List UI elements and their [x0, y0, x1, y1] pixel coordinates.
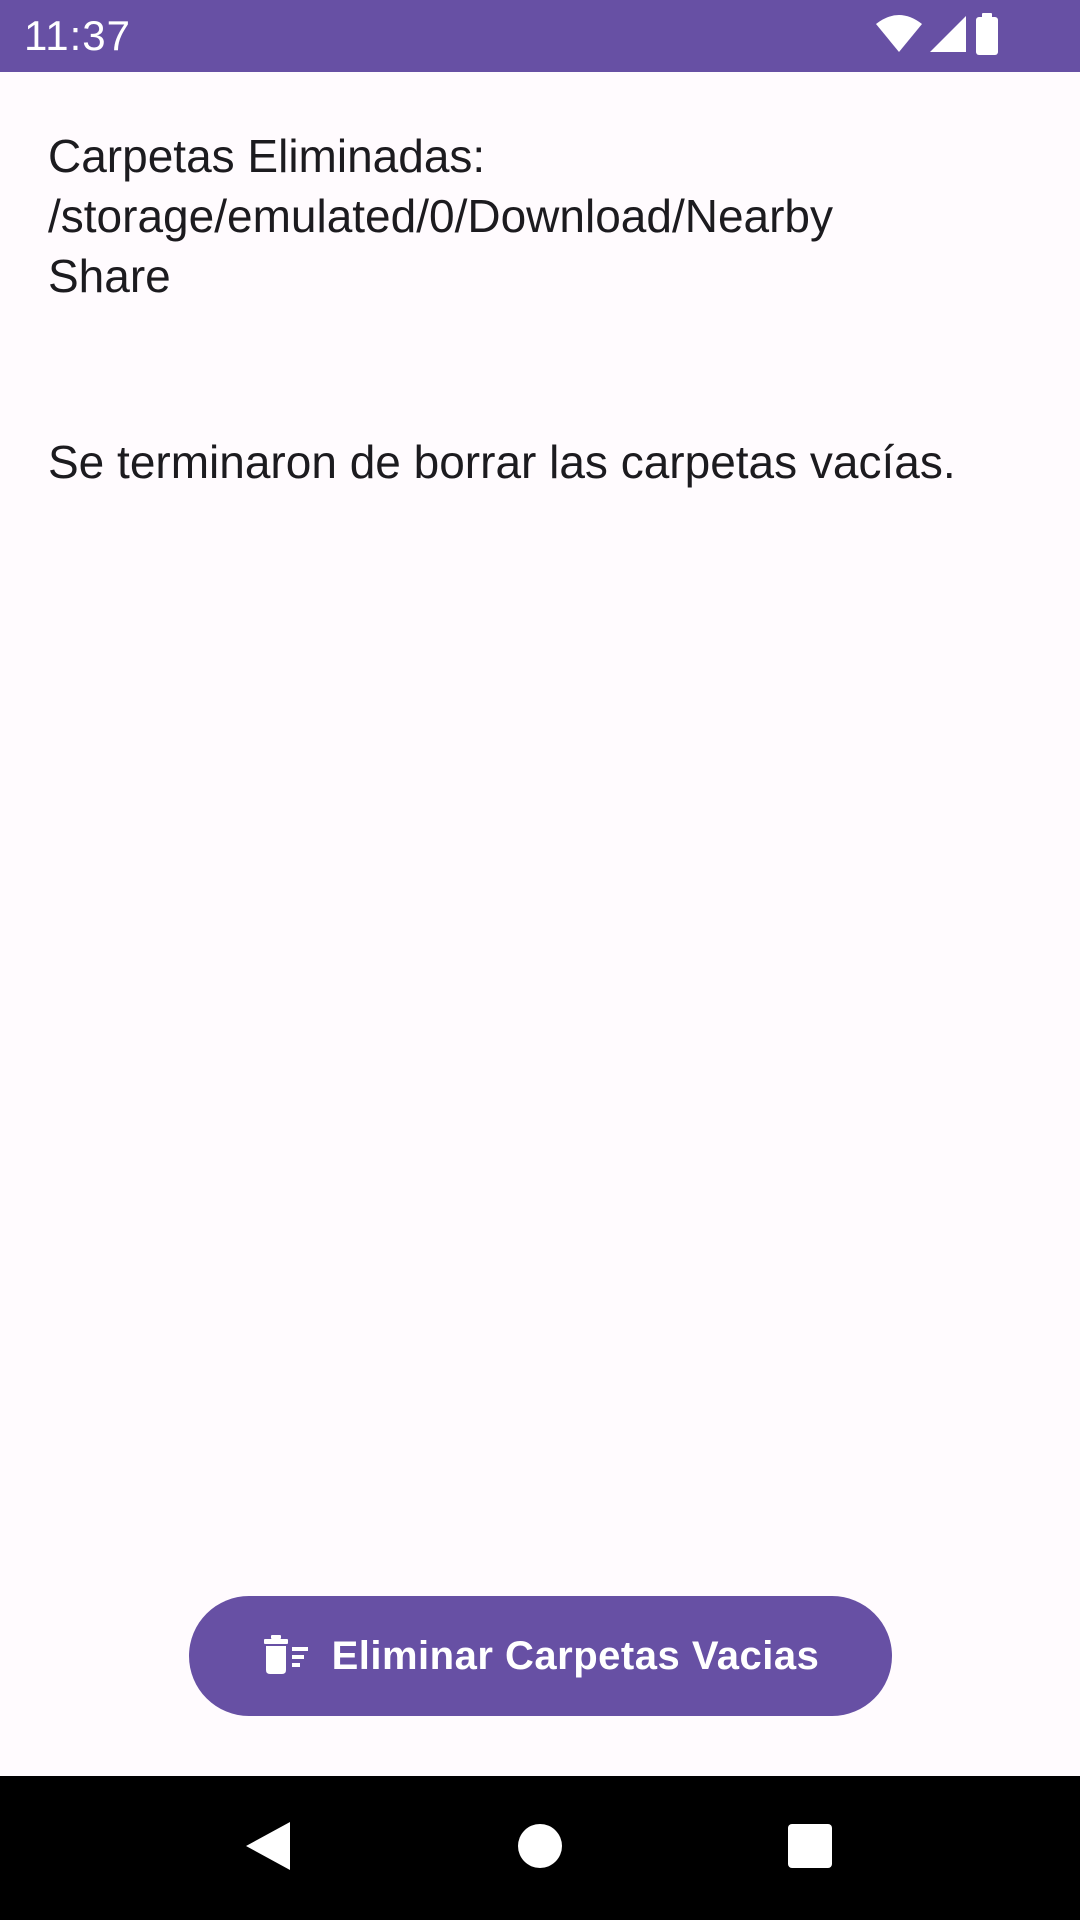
recents-button[interactable]: [740, 1776, 880, 1920]
status-icons: [876, 12, 1000, 60]
home-icon: [517, 1823, 563, 1874]
delete-empty-folders-label: Eliminar Carpetas Vacias: [331, 1633, 820, 1678]
recents-icon: [787, 1823, 833, 1874]
app-screen: 11:37 Carpetas Eliminadas: /storage/emul…: [0, 0, 1080, 1920]
delete-empty-folders-button[interactable]: Eliminar Carpetas Vacias: [189, 1596, 892, 1716]
back-icon: [244, 1820, 292, 1877]
back-button[interactable]: [198, 1776, 338, 1920]
completion-message: Se terminaron de borrar las carpetas vac…: [48, 436, 956, 488]
wifi-icon: [876, 14, 922, 59]
battery-icon: [974, 12, 1000, 60]
cellular-signal-icon: [928, 14, 968, 59]
deleted-folders-text: Carpetas Eliminadas: /storage/emulated/0…: [48, 130, 834, 302]
status-bar: 11:37: [0, 0, 1080, 72]
home-button[interactable]: [470, 1776, 610, 1920]
status-time: 11:37: [24, 12, 131, 59]
delete-sweep-icon: [262, 1634, 310, 1678]
navigation-bar: [0, 1776, 1080, 1920]
main-content: Carpetas Eliminadas: /storage/emulated/0…: [48, 72, 1032, 492]
